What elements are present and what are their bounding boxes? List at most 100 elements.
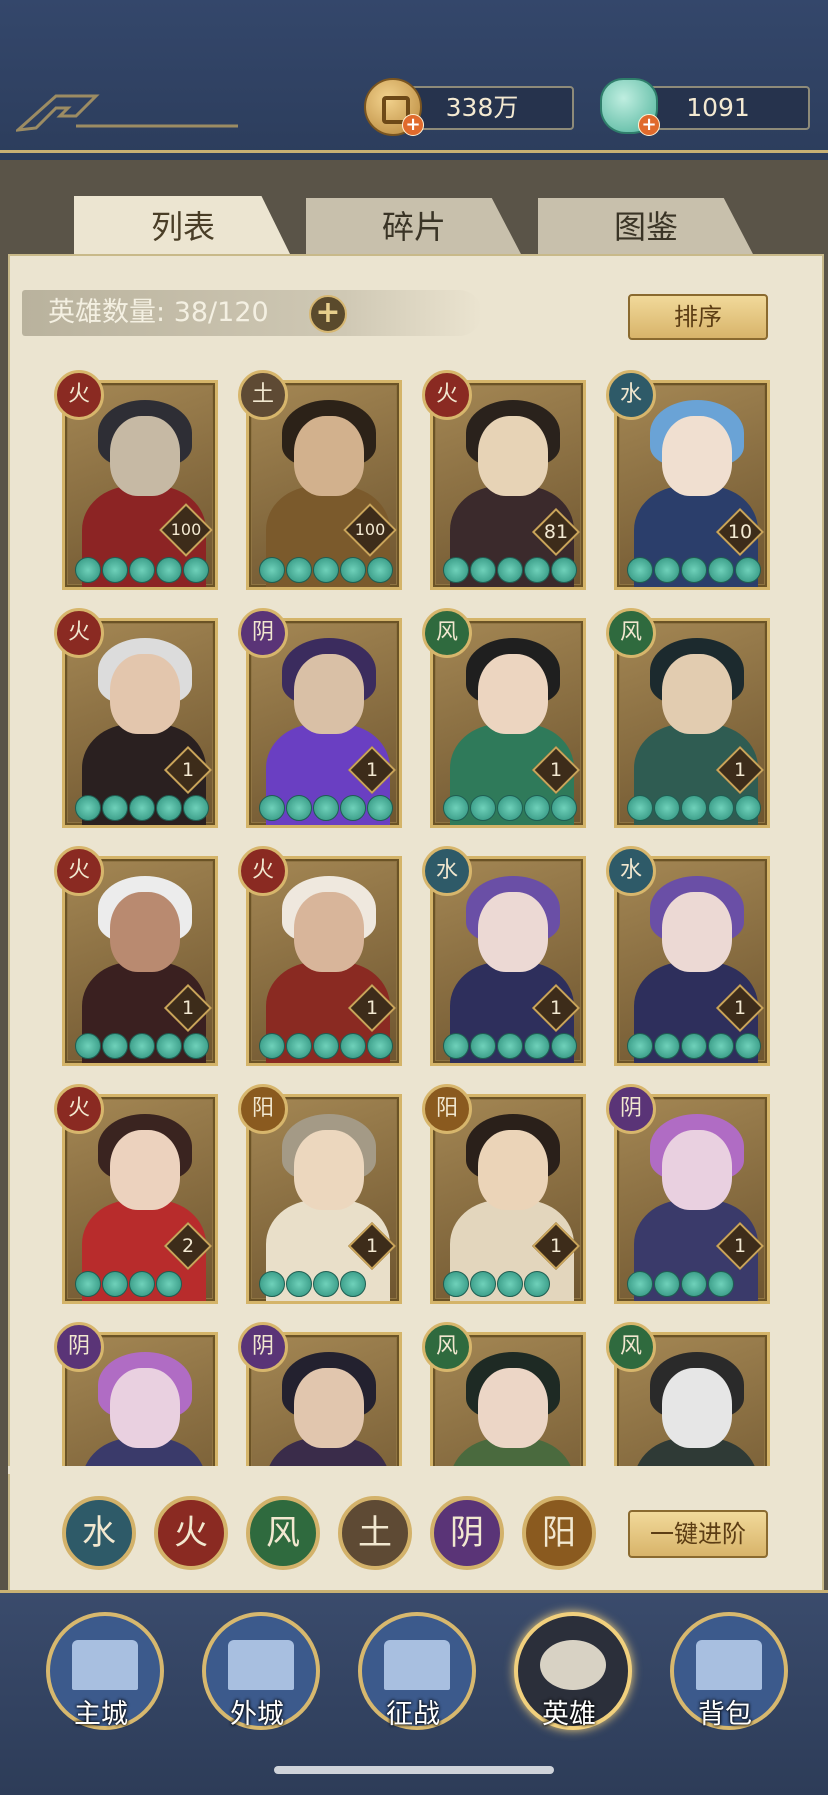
jade-star-icon: [681, 557, 707, 583]
jade-star-icon: [470, 1033, 496, 1059]
jade-star-icon: [313, 557, 339, 583]
jade-star-icon: [102, 795, 128, 821]
hero-level: 1: [549, 1235, 563, 1257]
hero-level: 100: [170, 520, 202, 539]
tab-fragments-label: 碎片: [381, 208, 446, 246]
jade-star-icon: [735, 1033, 761, 1059]
jade-star-icon: [183, 557, 209, 583]
jade-star-icon: [102, 1271, 128, 1297]
hero-element-badge: 阴: [54, 1322, 104, 1372]
coin-currency[interactable]: + 338万: [364, 78, 574, 136]
sort-button[interactable]: 排序: [628, 294, 768, 340]
jade-star-icon: [497, 795, 523, 821]
hero-element-badge: 风: [422, 1322, 472, 1372]
grid-divider: [8, 1466, 820, 1474]
element-filter-button[interactable]: 火: [154, 1496, 228, 1570]
hero-element-badge: 阴: [238, 1322, 288, 1372]
jade-star-icon: [286, 795, 312, 821]
jade-star-icon: [183, 1033, 209, 1059]
jade-star-icon: [627, 557, 653, 583]
jade-star-icon: [313, 795, 339, 821]
jade-star-icon: [443, 795, 469, 821]
jade-star-icon: [627, 795, 653, 821]
hero-element-badge: 水: [606, 846, 656, 896]
add-coin-icon[interactable]: +: [402, 114, 424, 136]
hero-stars: [443, 1271, 550, 1297]
tab-codex-label: 图鉴: [613, 208, 678, 246]
jade-star-icon: [627, 1033, 653, 1059]
tab-codex[interactable]: 图鉴: [538, 198, 754, 256]
jade-currency[interactable]: + 1091: [600, 78, 810, 136]
element-filter-button[interactable]: 风: [246, 1496, 320, 1570]
element-filter-button[interactable]: 水: [62, 1496, 136, 1570]
tab-fragments[interactable]: 碎片: [306, 198, 522, 256]
hero-element-badge: 阳: [238, 1084, 288, 1134]
jade-star-icon: [313, 1033, 339, 1059]
hero-element-badge: 阴: [606, 1084, 656, 1134]
nav-label: 征战: [386, 1699, 440, 1730]
jade-star-icon: [102, 557, 128, 583]
hero-level: 1: [549, 997, 563, 1019]
hero-stars: [75, 795, 209, 821]
cloud-pattern-icon: [16, 94, 238, 132]
jade-star-icon: [129, 557, 155, 583]
hero-stars: [259, 795, 393, 821]
jade-star-icon: [75, 557, 101, 583]
hero-stars: [627, 557, 761, 583]
jade-star-icon: [75, 1271, 101, 1297]
jade-star-icon: [470, 557, 496, 583]
jade-star-icon: [286, 1271, 312, 1297]
jade-star-icon: [497, 557, 523, 583]
hero-stars: [627, 795, 761, 821]
jade-star-icon: [681, 1271, 707, 1297]
nav-label: 英雄: [542, 1699, 596, 1730]
jade-star-icon: [286, 557, 312, 583]
jade-star-icon: [708, 557, 734, 583]
auto-advance-button[interactable]: 一键进阶: [628, 1510, 768, 1558]
hero-stars: [75, 1033, 209, 1059]
nav-label: 主城: [74, 1699, 128, 1730]
hero-element-badge: 火: [54, 608, 104, 658]
hero-element-badge: 火: [54, 1084, 104, 1134]
jade-star-icon: [367, 557, 393, 583]
jade-star-icon: [681, 795, 707, 821]
add-jade-icon[interactable]: +: [638, 114, 660, 136]
hero-level: 1: [365, 759, 379, 781]
jade-star-icon: [654, 1271, 680, 1297]
jade-star-icon: [129, 795, 155, 821]
hero-element-badge: 水: [422, 846, 472, 896]
jade-star-icon: [156, 557, 182, 583]
jade-star-icon: [470, 1271, 496, 1297]
hero-stars: [75, 1271, 182, 1297]
hero-stars: [443, 557, 577, 583]
jade-star-icon: [183, 795, 209, 821]
element-filter-button[interactable]: 阴: [430, 1496, 504, 1570]
jade-star-icon: [681, 1033, 707, 1059]
jade-star-icon: [129, 1033, 155, 1059]
jade-star-icon: [708, 1033, 734, 1059]
jade-star-icon: [286, 1033, 312, 1059]
jade-star-icon: [497, 1271, 523, 1297]
jade-star-icon: [443, 1033, 469, 1059]
jade-star-icon: [708, 795, 734, 821]
hero-stars: [627, 1271, 734, 1297]
element-filter-button[interactable]: 阳: [522, 1496, 596, 1570]
hero-level: 1: [733, 759, 747, 781]
jade-star-icon: [551, 795, 577, 821]
expand-capacity-button[interactable]: +: [309, 295, 347, 333]
tab-list[interactable]: 列表: [74, 196, 292, 258]
hero-element-badge: 火: [238, 846, 288, 896]
jade-star-icon: [654, 1033, 680, 1059]
element-filter-button[interactable]: 土: [338, 1496, 412, 1570]
jade-star-icon: [735, 795, 761, 821]
hero-stars: [259, 1271, 366, 1297]
hero-level: 1: [365, 997, 379, 1019]
jade-star-icon: [367, 795, 393, 821]
jade-star-icon: [75, 1033, 101, 1059]
jade-star-icon: [340, 1033, 366, 1059]
jade-star-icon: [259, 1271, 285, 1297]
outer-city-icon: [228, 1640, 294, 1690]
jade-star-icon: [708, 1271, 734, 1297]
hero-count-text: 英雄数量: 38/120: [48, 297, 269, 328]
tab-list-label: 列表: [150, 208, 215, 246]
